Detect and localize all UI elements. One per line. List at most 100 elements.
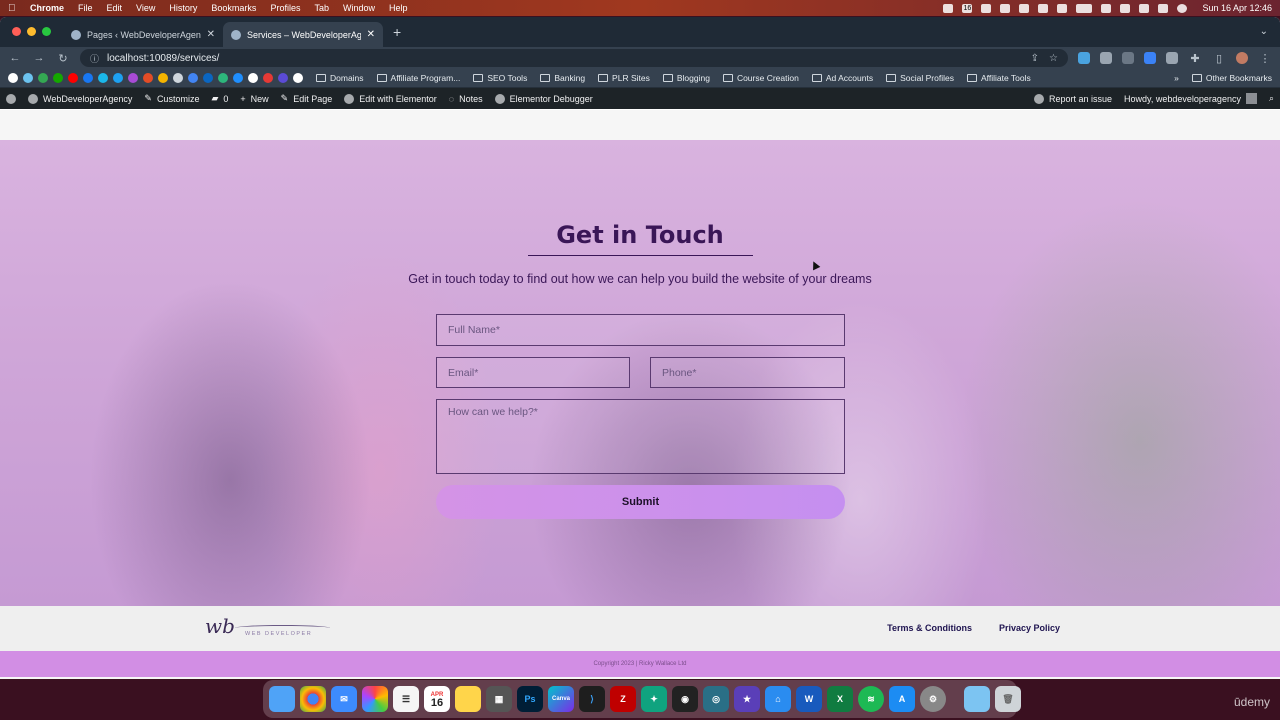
calendar-icon[interactable]: APR 16 [424,686,450,712]
bookmark-favicon-icon[interactable] [233,73,243,83]
system-settings-icon[interactable]: ⚙ [920,686,946,712]
bookmark-folder-blogging[interactable]: Blogging [662,73,710,83]
notes-icon[interactable] [455,686,481,712]
admin-elementor-debugger[interactable]: Elementor Debugger [494,93,593,104]
bookmark-favicon-icon[interactable] [248,73,258,83]
bookmark-favicon-icon[interactable] [263,73,273,83]
calculator-icon[interactable]: ▦ [486,686,512,712]
siri-icon[interactable] [1177,3,1188,13]
bookmark-folder-seo-tools[interactable]: SEO Tools [473,73,527,83]
upwork-icon[interactable] [53,73,63,83]
extension-icon[interactable] [1144,52,1156,64]
email-field[interactable]: Email* [436,357,630,388]
calendar-status-icon[interactable]: 16 [962,3,973,13]
menu-help[interactable]: Help [389,3,408,13]
spotify-icon[interactable]: ≋ [858,686,884,712]
search-icon[interactable] [1139,3,1150,13]
admin-edit-elementor[interactable]: Edit with Elementor [344,93,437,104]
menubar-clock[interactable]: Sun 16 Apr 12:46 [1202,3,1272,13]
bookmark-favicon-icon[interactable] [203,73,213,83]
admin-comments[interactable]: ▰ 0 [211,93,228,104]
admin-site-name[interactable]: WebDeveloperAgency [28,93,132,104]
bookmark-folder-banking[interactable]: Banking [540,73,585,83]
chatgpt-icon[interactable]: ✦ [641,686,667,712]
sync-icon[interactable] [1019,3,1030,13]
analytics-icon[interactable] [158,73,168,83]
menu-window[interactable]: Window [343,3,375,13]
canva-icon[interactable]: Canva [548,686,574,712]
admin-new[interactable]: + New [240,94,268,104]
site-info-icon[interactable]: ⓘ [90,52,99,65]
mail-icon[interactable]: ✉ [331,686,357,712]
address-bar[interactable]: ⓘ localhost:10089/services/ ⇪ ☆ [80,49,1068,67]
bookmark-folder-affiliate-tools[interactable]: Affiliate Tools [966,73,1031,83]
bookmark-favicon-icon[interactable] [8,73,18,83]
admin-notes[interactable]: ◌ Notes [449,94,483,104]
bookmark-folder-other[interactable]: Other Bookmarks [1191,73,1272,83]
privacy-link[interactable]: Privacy Policy [999,623,1060,633]
bookmark-favicon-icon[interactable] [173,73,183,83]
menu-file[interactable]: File [78,3,93,13]
site-logo[interactable]: wb WEB DEVELOPER [205,612,330,644]
bookmark-favicon-icon[interactable] [218,73,228,83]
side-panel-icon[interactable]: ▯ [1212,52,1226,65]
wifi-icon[interactable] [1101,3,1112,13]
vimeo-extension-icon[interactable] [1078,52,1090,64]
admin-account[interactable]: Howdy, webdeveloperagency [1124,93,1257,104]
bookmark-favicon-icon[interactable] [143,73,153,83]
bookmark-folder-social-profiles[interactable]: Social Profiles [886,73,954,83]
share-icon[interactable]: ⇪ [1031,53,1039,64]
admin-search-icon[interactable]: ⌕ [1269,93,1274,104]
chrome-menu-icon[interactable]: ⋮ [1258,52,1272,65]
finder-icon[interactable] [269,686,295,712]
bookmark-favicon-icon[interactable] [38,73,48,83]
screenshot-extension-icon[interactable] [1166,52,1178,64]
admin-customize[interactable]: ✎ Customize [144,93,199,104]
time-machine-icon[interactable] [1120,3,1131,13]
close-window-icon[interactable] [12,27,21,36]
app-store-icon[interactable]: A [889,686,915,712]
trash-icon[interactable]: 🗑 [995,686,1021,712]
bookmark-folder-course-creation[interactable]: Course Creation [722,73,799,83]
extensions-puzzle-icon[interactable]: ✚ [1188,52,1202,65]
profile-avatar[interactable] [1236,52,1248,64]
vscode-icon[interactable]: ⟩ [579,686,605,712]
admin-report-issue[interactable]: Report an issue [1034,93,1112,104]
vimeo-icon[interactable] [98,73,108,83]
close-tab-icon[interactable]: ✕ [207,29,215,40]
phone-field[interactable]: Phone* [650,357,845,388]
proxyman-icon[interactable]: ◎ [703,686,729,712]
close-tab-icon[interactable]: ✕ [367,29,375,40]
control-center-icon[interactable] [1158,3,1169,13]
minimize-window-icon[interactable] [27,27,36,36]
menu-tab[interactable]: Tab [314,3,329,13]
tab-search-chevron-icon[interactable]: ⌄ [1260,26,1268,37]
photos-icon[interactable] [362,686,388,712]
cloud-icon[interactable] [1000,3,1011,13]
reminders-icon[interactable]: ☰ [393,686,419,712]
word-icon[interactable]: W [796,686,822,712]
menu-app-chrome[interactable]: Chrome [30,3,64,13]
menu-edit[interactable]: Edit [107,3,123,13]
menu-bookmarks[interactable]: Bookmarks [211,3,256,13]
imovie-icon[interactable]: ★ [734,686,760,712]
bookmark-favicon-icon[interactable] [23,73,33,83]
facebook-icon[interactable] [83,73,93,83]
wordpress-logo-icon[interactable] [6,93,16,104]
bookmark-favicon-icon[interactable] [128,73,138,83]
clipboard-icon[interactable] [1038,3,1049,13]
full-name-field[interactable]: Full Name* [436,314,845,346]
adobe-icon[interactable] [981,3,992,13]
extension-icon[interactable] [1100,52,1112,64]
submit-button[interactable]: Submit [436,485,845,519]
bluetooth-icon[interactable] [1057,3,1068,13]
bookmark-star-icon[interactable]: ☆ [1049,53,1058,64]
bookmark-favicon-icon[interactable] [293,73,303,83]
forward-icon[interactable]: → [32,52,46,64]
chrome-icon[interactable] [300,686,326,712]
menu-view[interactable]: View [136,3,155,13]
url-text[interactable]: localhost:10089/services/ [107,53,219,64]
youtube-icon[interactable] [68,73,78,83]
folder-icon[interactable] [964,686,990,712]
zoom-window-icon[interactable] [42,27,51,36]
